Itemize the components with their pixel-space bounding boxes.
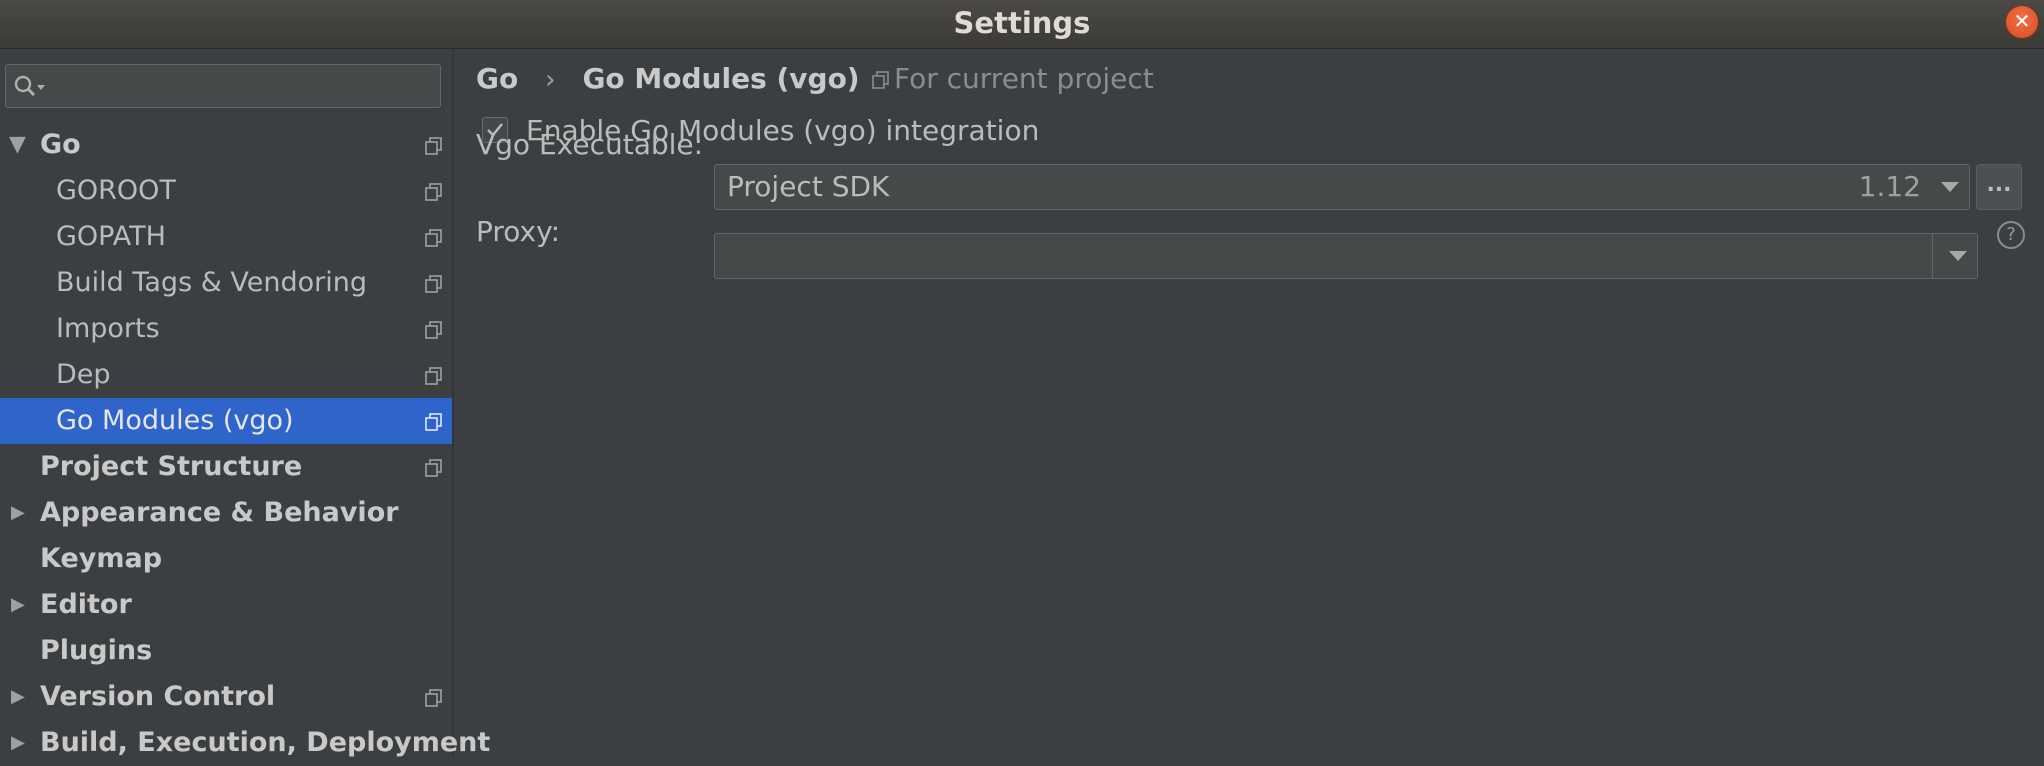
copy-icon xyxy=(425,689,442,707)
tree-item[interactable]: Go Modules (vgo) xyxy=(0,398,452,444)
tree-item-label: Project Structure xyxy=(40,451,303,482)
copy-icon xyxy=(425,137,442,155)
vgo-executable-value: Project SDK xyxy=(727,170,890,203)
tree-item[interactable]: Project Structure xyxy=(0,444,452,490)
vgo-executable-select[interactable]: Project SDK 1.12 xyxy=(714,164,1970,210)
copy-icon xyxy=(425,413,442,431)
copy-icon xyxy=(425,367,442,385)
search-field[interactable] xyxy=(5,64,441,108)
tree-item[interactable]: Plugins xyxy=(0,628,452,674)
help-icon[interactable]: ? xyxy=(1997,221,2025,249)
breadcrumb: Go › Go Modules (vgo) xyxy=(476,61,860,98)
tree-item[interactable]: Dep xyxy=(0,352,452,398)
tree-item[interactable]: ▶ Version Control xyxy=(0,674,452,720)
tree-item[interactable]: ▶ Build, Execution, Deployment xyxy=(0,720,490,766)
copy-icon xyxy=(425,275,442,293)
breadcrumb-current: Go Modules (vgo) xyxy=(582,62,860,95)
settings-content: Go › Go Modules (vgo) For current projec… xyxy=(454,49,2044,756)
tree-item-label: Imports xyxy=(56,313,160,344)
tree-item-label: Dep xyxy=(56,359,111,390)
copy-icon xyxy=(425,321,442,339)
expand-right-icon[interactable]: ▶ xyxy=(11,490,25,536)
tree-item-label: Go xyxy=(40,129,81,160)
tree-item[interactable]: Build Tags & Vendoring xyxy=(0,260,452,306)
vgo-executable-label: Vgo Executable: xyxy=(476,128,704,161)
settings-sidebar: ▼ Go GOROOT GOPATH Build Tags & Vendoring Imp… xyxy=(0,49,490,758)
tree-item-label: Plugins xyxy=(40,635,153,666)
tree-item[interactable]: Keymap xyxy=(0,536,452,582)
browse-button[interactable]: ... xyxy=(1976,164,2022,210)
tree-item-label: Build, Execution, Deployment xyxy=(40,727,491,758)
tree-item[interactable]: Imports xyxy=(0,306,452,352)
tree-item-label: Keymap xyxy=(40,543,163,574)
chevron-down-icon xyxy=(1941,182,1959,192)
tree-item[interactable]: ▼ Go xyxy=(0,122,452,168)
expand-right-icon[interactable]: ▶ xyxy=(11,582,25,628)
combo-divider xyxy=(1932,234,1933,278)
tree-item[interactable]: ▶ Editor xyxy=(0,582,452,628)
chevron-down-icon[interactable] xyxy=(1949,251,1967,261)
copy-icon xyxy=(425,459,442,477)
close-icon: ✕ xyxy=(2013,9,2031,33)
tree-item-label: Build Tags & Vendoring xyxy=(56,267,367,298)
sdk-version: 1.12 xyxy=(1858,170,1921,203)
copy-icon xyxy=(425,229,442,247)
search-icon xyxy=(14,75,45,97)
scope-label: For current project xyxy=(894,62,1154,95)
copy-icon xyxy=(425,183,442,201)
expand-right-icon[interactable]: ▶ xyxy=(11,720,25,766)
scope-indicator: For current project xyxy=(872,61,1154,97)
tree-item-label: GOROOT xyxy=(56,175,176,206)
proxy-combo[interactable] xyxy=(714,233,1978,279)
tree-item-label: Version Control xyxy=(40,681,276,712)
tree-item[interactable]: GOPATH xyxy=(0,214,452,260)
chevron-right-icon: › xyxy=(545,65,556,95)
tree-item-label: Editor xyxy=(40,589,132,620)
expand-right-icon[interactable]: ▶ xyxy=(11,674,25,720)
breadcrumb-parent[interactable]: Go xyxy=(476,62,518,95)
tree-item-label: Go Modules (vgo) xyxy=(56,405,294,436)
proxy-label: Proxy: xyxy=(476,215,561,248)
tree-item[interactable]: ▶ Appearance & Behavior xyxy=(0,490,452,536)
expand-down-icon[interactable]: ▼ xyxy=(9,122,26,168)
copy-icon xyxy=(872,71,889,89)
tree-item-label: Appearance & Behavior xyxy=(40,497,399,528)
tree-item-label: GOPATH xyxy=(56,221,166,252)
window-title: Settings xyxy=(953,6,1091,40)
title-bar: Settings ✕ xyxy=(0,0,2044,49)
tree-item[interactable]: GOROOT xyxy=(0,168,452,214)
close-button[interactable]: ✕ xyxy=(2006,6,2038,38)
